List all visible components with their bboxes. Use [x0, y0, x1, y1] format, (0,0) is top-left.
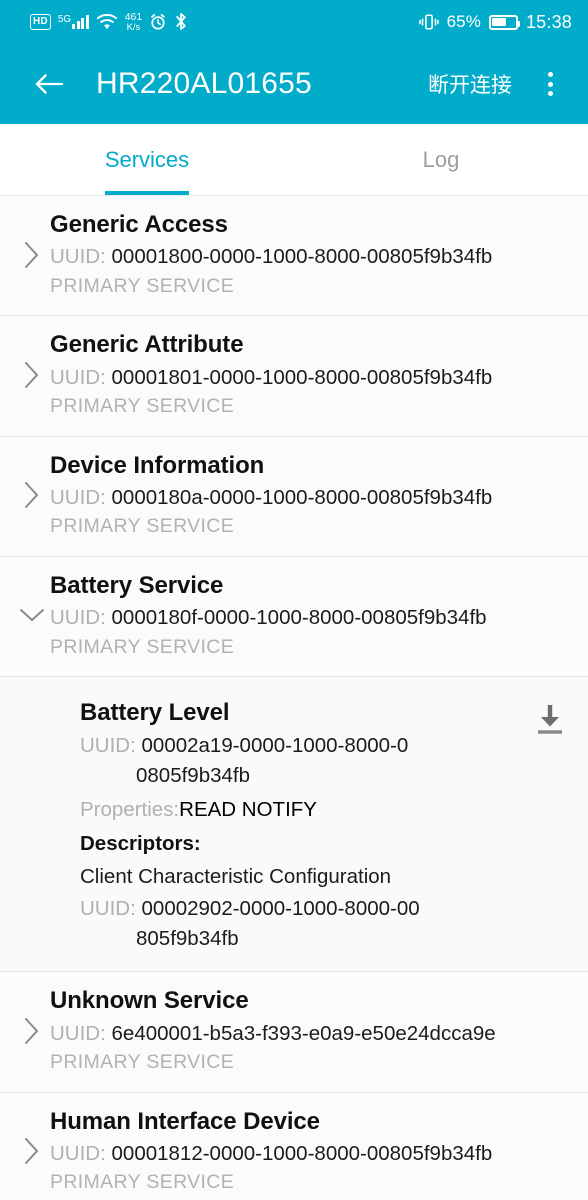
- uuid-label: UUID:: [50, 1021, 106, 1045]
- characteristic-uuid-line: UUID: 00002a19-0000-1000-8000-0 0805f9b3…: [80, 731, 528, 790]
- service-name: Human Interface Device: [50, 1107, 320, 1135]
- service-body: Battery Service UUID: 0000180f-0000-1000…: [50, 571, 572, 660]
- characteristic-header: Battery Level UUID: 00002a19-0000-1000-8…: [80, 697, 572, 953]
- more-vertical-icon: [547, 72, 553, 77]
- service-type: PRIMARY SERVICE: [50, 1171, 235, 1194]
- uuid-label: UUID:: [80, 897, 136, 921]
- arrow-left-icon: [35, 74, 64, 94]
- service-name: Generic Access: [50, 211, 228, 238]
- characteristic-uuid-value: 00002a19-0000-1000-8000-0: [141, 734, 409, 758]
- chevron-right-icon[interactable]: [14, 480, 50, 510]
- chevron-right-icon[interactable]: [14, 240, 50, 270]
- service-type: PRIMARY SERVICE: [50, 1051, 235, 1074]
- vibrate-icon: [418, 13, 439, 31]
- services-list: Generic Access UUID: 00001800-0000-1000-…: [0, 196, 588, 1200]
- network-type-label: 5G: [57, 14, 72, 26]
- clock-label: 15:38: [525, 11, 572, 32]
- service-name: Device Information: [50, 451, 265, 479]
- service-name: Unknown Service: [50, 987, 249, 1015]
- uuid-label: UUID:: [50, 245, 106, 269]
- characteristic-main: Battery Level UUID: 00002a19-0000-1000-8…: [80, 697, 528, 953]
- descriptor-uuid-value: 00002902-0000-1000-8000-00: [141, 897, 420, 921]
- service-name: Battery Service: [50, 571, 224, 599]
- battery-icon: [488, 14, 521, 30]
- uuid-label: UUID:: [50, 606, 106, 630]
- uuid-label: UUID:: [50, 365, 106, 389]
- service-uuid-line: UUID: 0000180f-0000-1000-8000-00805f9b34…: [50, 603, 572, 633]
- service-uuid-value: 00001801-0000-1000-8000-00805f9b34fb: [111, 365, 493, 389]
- service-uuid-value: 0000180a-0000-1000-8000-00805f9b34fb: [111, 485, 493, 509]
- service-uuid-value: 0000180f-0000-1000-8000-00805f9b34fb: [111, 606, 487, 630]
- data-speed-indicator: 461 K/s: [125, 12, 143, 32]
- bluetooth-icon: [174, 12, 188, 31]
- back-button[interactable]: [26, 61, 72, 107]
- read-characteristic-button[interactable]: [528, 697, 572, 739]
- tab-log[interactable]: Log: [294, 124, 588, 195]
- characteristic-properties-line: Properties:READ NOTIFY: [80, 795, 528, 825]
- tab-bar: Services Log: [0, 124, 588, 196]
- page-title: HR220AL01655: [96, 67, 312, 100]
- wifi-icon: [96, 13, 118, 30]
- service-row-human-interface-device[interactable]: Human Interface Device UUID: 00001812-00…: [0, 1092, 588, 1200]
- uuid-label: UUID:: [50, 1141, 106, 1165]
- disconnect-button[interactable]: 断开连接: [428, 69, 512, 99]
- descriptors-label: Descriptors:: [80, 831, 201, 855]
- service-uuid-value: 6e400001-b5a3-f393-e0a9-e50e24dcca9e: [111, 1021, 496, 1045]
- battery-percent-label: 65%: [446, 12, 481, 31]
- service-uuid-line: UUID: 6e400001-b5a3-f393-e0a9-e50e24dcca…: [50, 1019, 572, 1049]
- tab-services[interactable]: Services: [0, 124, 294, 195]
- service-body: Generic Access UUID: 00001800-0000-1000-…: [50, 210, 572, 299]
- overflow-menu-button[interactable]: [530, 61, 570, 107]
- service-body: Human Interface Device UUID: 00001812-00…: [50, 1107, 572, 1196]
- descriptor-name: Client Characteristic Configuration: [80, 864, 392, 888]
- status-bar-right: 65% 15:38: [418, 11, 572, 33]
- status-bar: HD 5G 461 K/s 65% 15:38: [0, 0, 588, 44]
- signal-bars-icon: 5G: [57, 14, 89, 30]
- chevron-right-icon[interactable]: [14, 1136, 50, 1166]
- service-uuid-value: 00001812-0000-1000-8000-00805f9b34fb: [111, 1141, 493, 1165]
- service-type: PRIMARY SERVICE: [50, 515, 235, 538]
- service-row-generic-access[interactable]: Generic Access UUID: 00001800-0000-1000-…: [0, 196, 588, 317]
- service-uuid-line: UUID: 00001800-0000-1000-8000-00805f9b34…: [50, 242, 572, 272]
- service-name: Generic Attribute: [50, 331, 244, 359]
- service-row-device-information[interactable]: Device Information UUID: 0000180a-0000-1…: [0, 436, 588, 557]
- status-bar-left: HD 5G 461 K/s: [30, 12, 188, 32]
- data-speed-unit: K/s: [126, 21, 141, 33]
- service-row-battery-service[interactable]: Battery Service UUID: 0000180f-0000-1000…: [0, 556, 588, 678]
- service-body: Device Information UUID: 0000180a-0000-1…: [50, 451, 572, 540]
- service-type: PRIMARY SERVICE: [50, 274, 235, 297]
- service-uuid-line: UUID: 00001812-0000-1000-8000-00805f9b34…: [50, 1139, 572, 1169]
- descriptor-uuid-line: UUID: 00002902-0000-1000-8000-00 805f9b3…: [80, 894, 528, 953]
- service-type: PRIMARY SERVICE: [50, 395, 235, 418]
- chevron-right-icon[interactable]: [14, 360, 50, 390]
- properties-value: READ NOTIFY: [179, 798, 317, 822]
- properties-label: Properties:: [80, 798, 180, 822]
- descriptor-uuid-value-cont: 805f9b34fb: [136, 926, 239, 950]
- signal-bars-glyph: [72, 14, 89, 30]
- download-read-icon: [538, 705, 562, 734]
- hd-badge-icon: HD: [30, 13, 51, 31]
- service-body: Generic Attribute UUID: 00001801-0000-10…: [50, 330, 572, 419]
- service-row-unknown-service[interactable]: Unknown Service UUID: 6e400001-b5a3-f393…: [0, 972, 588, 1093]
- uuid-label: UUID:: [50, 485, 106, 509]
- service-uuid-line: UUID: 00001801-0000-1000-8000-00805f9b34…: [50, 363, 572, 393]
- characteristic-battery-level[interactable]: Battery Level UUID: 00002a19-0000-1000-8…: [0, 677, 588, 973]
- alarm-clock-icon: [149, 13, 167, 31]
- service-body: Unknown Service UUID: 6e400001-b5a3-f393…: [50, 986, 572, 1075]
- chevron-right-icon[interactable]: [14, 1016, 50, 1046]
- app-screen: HD 5G 461 K/s 65% 15:38 HR220AL01655 断开连…: [0, 0, 588, 1200]
- chevron-down-icon[interactable]: [14, 606, 50, 624]
- app-bar: HR220AL01655 断开连接: [0, 44, 588, 124]
- service-type: PRIMARY SERVICE: [50, 635, 235, 658]
- service-uuid-value: 00001800-0000-1000-8000-00805f9b34fb: [111, 245, 493, 269]
- characteristic-name: Battery Level: [80, 699, 230, 727]
- data-speed-value: 461: [124, 10, 143, 23]
- service-uuid-line: UUID: 0000180a-0000-1000-8000-00805f9b34…: [50, 483, 572, 513]
- characteristic-uuid-value-cont: 0805f9b34fb: [136, 763, 251, 787]
- service-row-generic-attribute[interactable]: Generic Attribute UUID: 00001801-0000-10…: [0, 316, 588, 437]
- uuid-label: UUID:: [80, 734, 136, 758]
